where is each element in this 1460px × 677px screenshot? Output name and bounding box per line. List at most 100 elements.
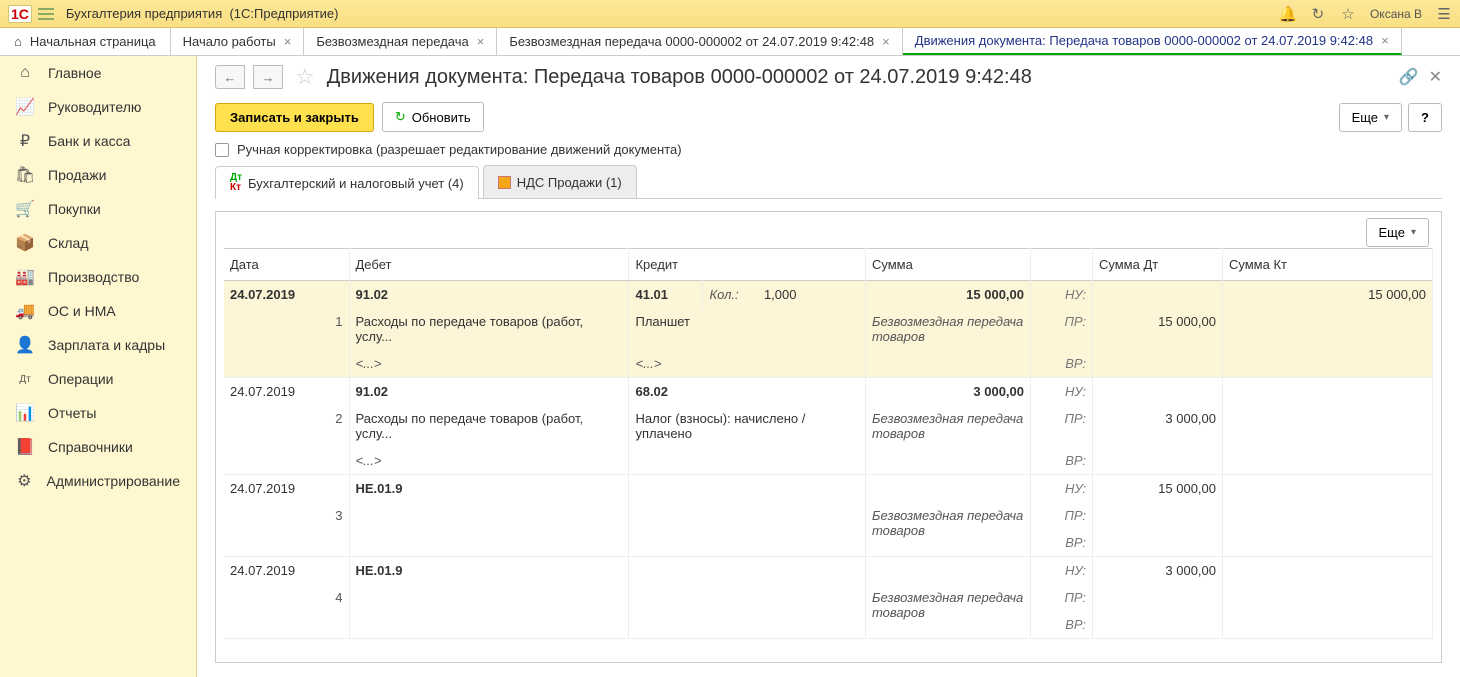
tab-vat-sales[interactable]: НДС Продажи (1) xyxy=(483,165,637,198)
cell-debet-dots xyxy=(349,611,629,639)
table-more-button[interactable]: Еще xyxy=(1366,218,1429,247)
col-sum[interactable]: Сумма xyxy=(866,249,1031,281)
tab-start[interactable]: Начало работы × xyxy=(171,28,305,55)
col-sumdt[interactable]: Сумма Дт xyxy=(1093,249,1223,281)
cell-pr-dt xyxy=(1093,584,1223,611)
cell-credit-acc: 41.01 xyxy=(629,281,703,309)
sidebar-item-purchases[interactable]: 🛒 Покупки xyxy=(0,192,196,226)
sidebar-item-label: Операции xyxy=(48,371,114,387)
tab-label: Безвозмездная передача 0000-000002 от 24… xyxy=(509,34,874,49)
nav-forward-button[interactable]: → xyxy=(253,65,283,89)
sidebar-item-admin[interactable]: ⚙Администрирование xyxy=(0,464,196,498)
col-credit[interactable]: Кредит xyxy=(629,249,866,281)
factory-icon: 🏭 xyxy=(16,268,34,286)
close-icon[interactable]: × xyxy=(1381,33,1389,48)
cell-debet-desc: Расходы по передаче товаров (работ, услу… xyxy=(349,308,629,350)
table-row[interactable]: 24.07.2019 91.02 68.02 3 000,00 НУ: 2 Ра… xyxy=(224,378,1433,475)
cell-credit-acc: 68.02 xyxy=(629,378,866,406)
cell-vr-kt xyxy=(1223,611,1433,639)
home-icon: ⌂ xyxy=(14,34,22,49)
star-icon[interactable]: ☆ xyxy=(1340,6,1356,22)
bag-icon: 🛍 xyxy=(16,166,34,184)
close-icon[interactable]: × xyxy=(284,34,292,49)
save-close-button[interactable]: Записать и закрыть xyxy=(215,103,374,132)
sidebar-item-warehouse[interactable]: 📦Склад xyxy=(0,226,196,260)
link-icon[interactable]: 🔗 xyxy=(1399,67,1419,87)
help-button[interactable]: ? xyxy=(1408,103,1442,132)
tab-transfer[interactable]: Безвозмездная передача × xyxy=(304,28,497,55)
cell-row-num: 1 xyxy=(224,308,349,378)
close-icon[interactable]: ✕ xyxy=(1429,67,1442,87)
cell-sum-desc: Безвозмездная передача товаров xyxy=(866,502,1031,557)
cell-pr-label: ПР: xyxy=(1031,584,1093,611)
cell-pr-dt: 3 000,00 xyxy=(1093,405,1223,447)
sidebar-item-bank[interactable]: ₽Банк и касса xyxy=(0,124,196,158)
menu-icon[interactable] xyxy=(38,8,54,20)
tab-transfer-doc[interactable]: Безвозмездная передача 0000-000002 от 24… xyxy=(497,28,902,55)
cell-debet-acc: НЕ.01.9 xyxy=(349,475,629,503)
sidebar-item-manager[interactable]: 📈Руководителю xyxy=(0,90,196,124)
sidebar-item-label: Покупки xyxy=(48,201,101,217)
col-debet[interactable]: Дебет xyxy=(349,249,629,281)
tab-accounting[interactable]: ДтКт Бухгалтерский и налоговый учет (4) xyxy=(215,166,479,199)
panel-lines-icon[interactable]: ☰ xyxy=(1436,6,1452,22)
cell-credit-desc: Налог (взносы): начислено / уплачено xyxy=(629,405,866,447)
nav-back-button[interactable]: ← xyxy=(215,65,245,89)
sidebar-item-label: Руководителю xyxy=(48,99,141,115)
cell-credit-dots: <...> xyxy=(629,350,866,378)
register-icon xyxy=(498,176,511,189)
cell-vr-kt xyxy=(1223,447,1433,475)
table-row[interactable]: 24.07.2019 91.02 41.01 Кол.: 1,000 15 00… xyxy=(224,281,1433,378)
sidebar-item-production[interactable]: 🏭Производство xyxy=(0,260,196,294)
table-row[interactable]: 24.07.2019 НЕ.01.9 НУ: 3 000,00 4 Безвоз… xyxy=(224,557,1433,639)
col-sumkt[interactable]: Сумма Кт xyxy=(1223,249,1433,281)
sidebar-item-label: Зарплата и кадры xyxy=(48,337,165,353)
manual-edit-checkbox[interactable] xyxy=(215,143,229,157)
cell-nu-label: НУ: xyxy=(1031,475,1093,503)
sidebar-item-label: Администрирование xyxy=(47,473,181,489)
cell-kol: Кол.: 1,000 xyxy=(703,281,866,309)
cell-debet-acc: 91.02 xyxy=(349,281,629,309)
cell-nu-kt xyxy=(1223,557,1433,585)
sidebar-item-directories[interactable]: 📕Справочники xyxy=(0,430,196,464)
dtkt-icon: ДтКт xyxy=(230,173,242,193)
cell-pr-label: ПР: xyxy=(1031,502,1093,529)
col-date[interactable]: Дата xyxy=(224,249,349,281)
tab-movements[interactable]: Движения документа: Передача товаров 000… xyxy=(903,28,1402,55)
refresh-label: Обновить xyxy=(412,110,471,125)
sidebar-item-reports[interactable]: 📊Отчеты xyxy=(0,396,196,430)
bell-icon[interactable]: 🔔 xyxy=(1280,6,1296,22)
sidebar-item-sales[interactable]: 🛍 Продажи xyxy=(0,158,196,192)
refresh-button[interactable]: ↻Обновить xyxy=(382,102,484,132)
sidebar-item-assets[interactable]: 🚚ОС и НМА xyxy=(0,294,196,328)
sidebar-item-main[interactable]: ⌂Главное xyxy=(0,56,196,90)
cell-pr-label: ПР: xyxy=(1031,308,1093,350)
cell-credit-acc xyxy=(629,475,866,503)
book-icon: 📕 xyxy=(16,438,34,456)
sidebar-item-label: Склад xyxy=(48,235,89,251)
cart-icon: 🛒 xyxy=(16,200,34,218)
cell-debet-desc xyxy=(349,584,629,611)
sidebar-item-label: Продажи xyxy=(48,167,106,183)
history-icon[interactable]: ↻ xyxy=(1310,6,1326,22)
cell-nu-label: НУ: xyxy=(1031,557,1093,585)
col-blank[interactable] xyxy=(1031,249,1093,281)
cell-vr-kt xyxy=(1223,350,1433,378)
more-button[interactable]: Еще xyxy=(1339,103,1402,132)
cell-nu-dt xyxy=(1093,378,1223,406)
tab-home[interactable]: ⌂ Начальная страница xyxy=(0,28,171,55)
close-icon[interactable]: × xyxy=(882,34,890,49)
tab-label: Начало работы xyxy=(183,34,276,49)
cell-sum-desc: Безвозмездная передача товаров xyxy=(866,405,1031,475)
cell-credit-acc xyxy=(629,557,866,585)
sidebar-item-salary[interactable]: 👤Зарплата и кадры xyxy=(0,328,196,362)
close-icon[interactable]: × xyxy=(477,34,485,49)
cell-debet-dots: <...> xyxy=(349,447,629,475)
sidebar-item-operations[interactable]: ДтОперации xyxy=(0,362,196,396)
user-name[interactable]: Оксана В xyxy=(1370,7,1422,21)
favorite-icon[interactable]: ☆ xyxy=(295,64,315,90)
cell-pr-label: ПР: xyxy=(1031,405,1093,447)
cell-pr-dt: 15 000,00 xyxy=(1093,308,1223,350)
table-row[interactable]: 24.07.2019 НЕ.01.9 НУ: 15 000,00 3 Безво… xyxy=(224,475,1433,557)
cell-credit-dots xyxy=(629,529,866,557)
